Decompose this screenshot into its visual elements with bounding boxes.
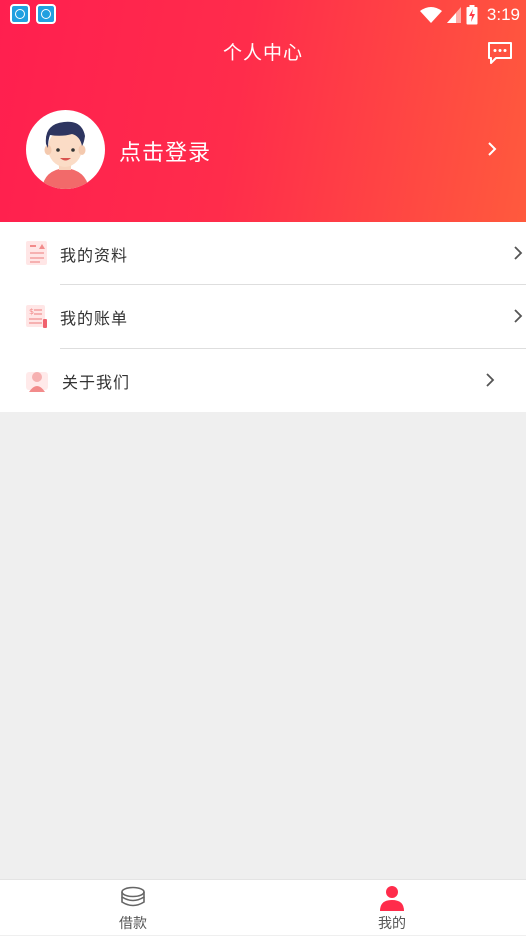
tab-label: 我的: [378, 916, 406, 932]
profile-doc-icon: [26, 241, 47, 265]
app-notification-icon: [10, 4, 30, 24]
menu-item-my-bill[interactable]: $ 我的账单: [0, 285, 526, 348]
tab-label: 借款: [119, 916, 147, 932]
message-icon[interactable]: [486, 40, 514, 66]
header: 3:19 个人中心 点击登录: [0, 0, 526, 222]
avatar[interactable]: [26, 110, 105, 189]
bottom-tab-bar: 借款 我的: [0, 879, 526, 935]
coins-stack-icon: [121, 886, 145, 907]
svg-text:$: $: [29, 307, 34, 316]
signal-icon: [446, 7, 461, 23]
battery-icon: [466, 5, 478, 25]
app-notification-icon: [36, 4, 56, 24]
about-person-icon: [26, 372, 48, 392]
status-bar: 3:19: [0, 0, 526, 30]
tab-loan[interactable]: 借款: [73, 880, 193, 936]
tab-mine[interactable]: 我的: [332, 880, 452, 936]
chevron-right-icon: [514, 309, 523, 323]
menu-item-my-profile[interactable]: 我的资料: [0, 222, 526, 285]
login-button[interactable]: 点击登录: [119, 135, 211, 167]
menu-item-about-us[interactable]: 关于我们: [0, 349, 526, 412]
menu-item-label: 我的账单: [60, 309, 129, 328]
chevron-right-icon: [486, 373, 495, 387]
status-time: 3:19: [486, 5, 520, 24]
user-icon: [380, 886, 404, 911]
menu-list: 我的资料 $ 我的账单 关于我们: [0, 222, 526, 412]
menu-item-label: 关于我们: [62, 373, 131, 392]
chevron-right-icon[interactable]: [484, 140, 500, 158]
chevron-right-icon: [514, 246, 523, 260]
menu-item-label: 我的资料: [60, 246, 129, 265]
wifi-icon: [419, 7, 442, 23]
page-title: 个人中心: [222, 42, 303, 64]
bill-icon: $: [26, 305, 47, 328]
